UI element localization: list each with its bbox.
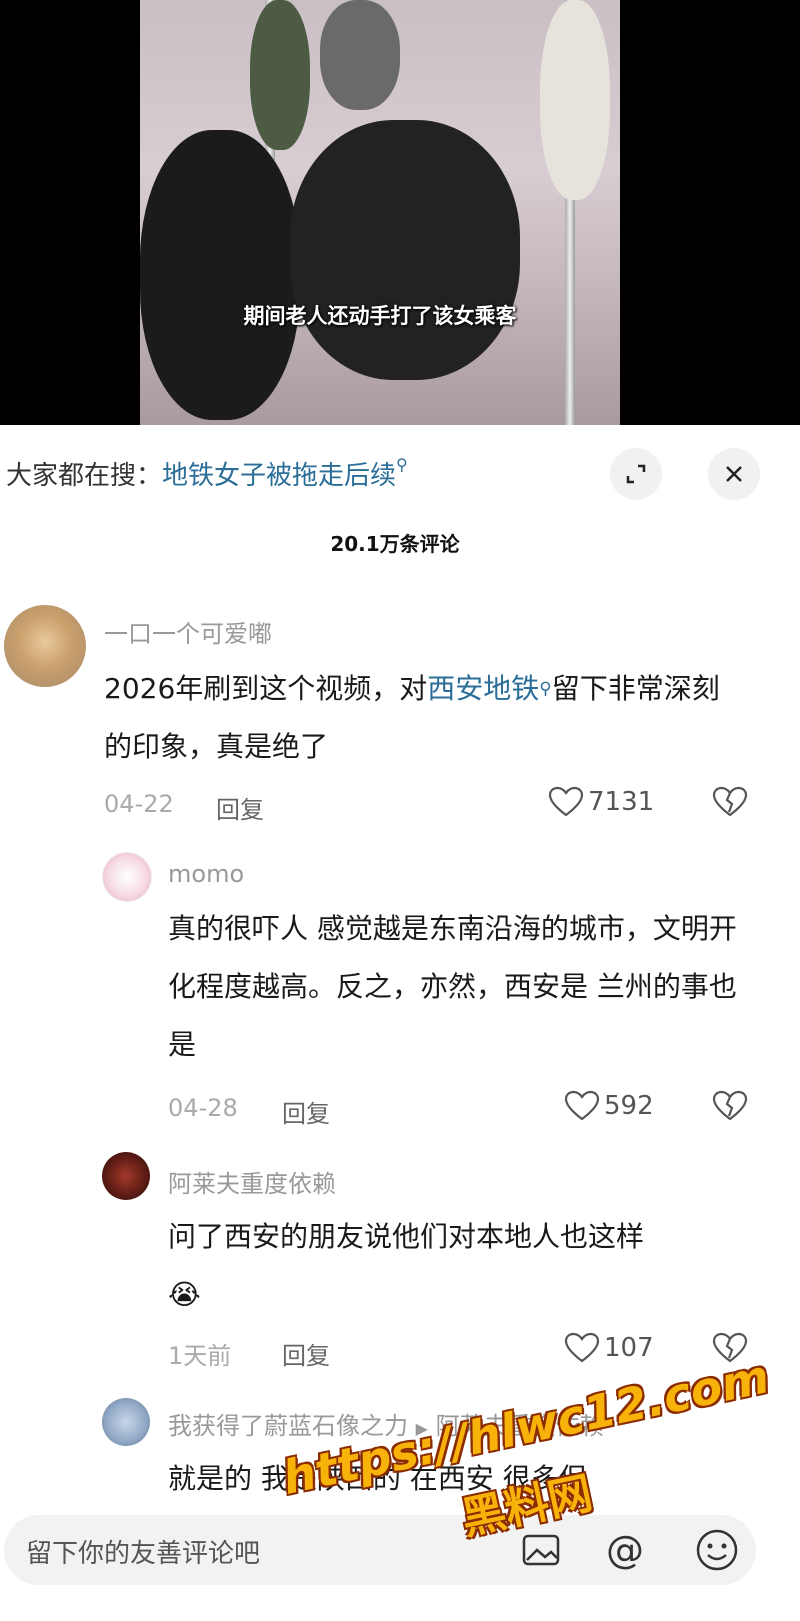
comment-username[interactable]: momo: [168, 860, 244, 888]
person-figure: [320, 0, 400, 110]
reply-button[interactable]: 回复: [216, 790, 264, 825]
comment-text: 问了西安的朋友说他们对本地人也这样 😭: [168, 1220, 645, 1311]
comment-username[interactable]: 一口一个可爱嘟: [104, 614, 272, 649]
avatar[interactable]: [102, 1152, 150, 1200]
like-count: 592: [604, 1091, 654, 1121]
mention-button[interactable]: @: [600, 1525, 650, 1575]
comment-text: 2026年刷到这个视频，对西安地铁⚲留下非常深刻的印象，真是绝了: [104, 672, 720, 763]
comment-username[interactable]: 阿莱夫重度依赖: [168, 1164, 336, 1199]
comment-count: 20.1万条评论: [330, 532, 460, 556]
trending-search-link[interactable]: 地铁女子被拖走后续: [162, 461, 396, 491]
broken-heart-icon: [712, 1090, 748, 1121]
like-count: 7131: [588, 787, 655, 817]
comment-search-link[interactable]: 西安地铁: [427, 672, 539, 705]
expand-icon: [626, 464, 646, 484]
broken-heart-icon: [712, 786, 748, 817]
avatar[interactable]: [102, 1398, 150, 1446]
video-subtitle: 期间老人还动手打了该女乘客: [243, 304, 517, 328]
person-figure: [250, 0, 310, 150]
close-icon: [726, 466, 742, 482]
avatar[interactable]: [102, 852, 152, 902]
comment-date: 1天前: [168, 1342, 232, 1370]
dislike-button[interactable]: [712, 786, 748, 822]
video-frame: 期间老人还动手打了该女乘客: [140, 0, 620, 425]
trending-search-label: 大家都在搜：: [6, 461, 163, 491]
person-figure: [140, 130, 300, 420]
search-icon: ⚲: [396, 455, 408, 474]
smiley-icon: [696, 1529, 738, 1571]
search-icon: ⚲: [539, 679, 552, 699]
heart-icon: [564, 1332, 600, 1363]
comment-text: 真的很吓人 感觉越是东南沿海的城市，文明开化程度越高。反之，亦然，西安是 兰州的…: [168, 912, 737, 1061]
close-button[interactable]: [708, 448, 760, 500]
comment-date: 04-22: [104, 790, 174, 818]
like-button[interactable]: 592: [564, 1090, 654, 1122]
heart-icon: [548, 786, 584, 817]
heart-icon: [564, 1090, 600, 1121]
trending-search[interactable]: 大家都在搜：地铁女子被拖走后续⚲: [6, 455, 408, 492]
comment-input-placeholder: 留下你的友善评论吧: [26, 1539, 261, 1569]
reply-button[interactable]: 回复: [282, 1336, 330, 1371]
like-button[interactable]: 107: [564, 1332, 654, 1364]
person-figure: [290, 120, 520, 380]
like-count: 107: [604, 1333, 654, 1363]
expand-button[interactable]: [610, 448, 662, 500]
image-icon: [522, 1534, 560, 1566]
person-figure: [540, 0, 610, 200]
comment-date: 04-28: [168, 1094, 238, 1122]
crying-emoji: 😭: [168, 1278, 201, 1311]
avatar[interactable]: [4, 605, 86, 687]
reply-button[interactable]: 回复: [282, 1094, 330, 1129]
emoji-button[interactable]: [692, 1525, 742, 1575]
dislike-button[interactable]: [712, 1090, 748, 1126]
video-player[interactable]: 期间老人还动手打了该女乘客: [0, 0, 800, 425]
like-button[interactable]: 7131: [548, 786, 654, 818]
at-icon: @: [606, 1528, 644, 1572]
